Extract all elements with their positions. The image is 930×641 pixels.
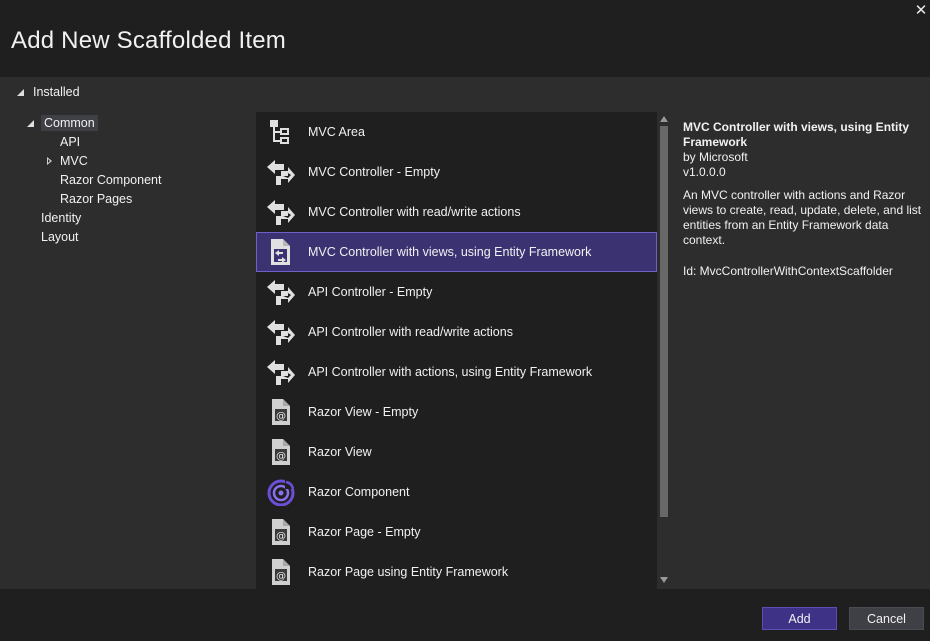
list-item-label: API Controller with actions, using Entit… [308, 365, 593, 379]
scaffolder-list[interactable]: MVC Area MVC Controller - Empty MVC Cont… [256, 112, 657, 589]
list-item-label: API Controller with read/write actions [308, 325, 513, 339]
tree-node-api[interactable]: API [57, 133, 83, 151]
list-item[interactable]: @ Razor Page using Entity Framework [256, 552, 657, 589]
collapse-triangle-icon[interactable] [27, 119, 35, 127]
expand-triangle-icon[interactable] [46, 156, 54, 166]
details-title: MVC Controller with views, using Entity … [683, 120, 910, 149]
list-item[interactable]: @ Razor Page - Empty [256, 512, 657, 552]
tree-node-label: Layout [41, 230, 79, 244]
tree-node-label: Common [41, 115, 98, 131]
svg-text:@: @ [276, 411, 286, 422]
list-item[interactable]: MVC Area [256, 112, 657, 152]
installed-label: Installed [33, 85, 80, 99]
controller-icon [267, 280, 295, 305]
controller-views-icon [271, 239, 290, 265]
details-version: v1.0.0.0 [683, 165, 726, 179]
details-description: An MVC controller with actions and Razor… [683, 188, 922, 247]
controller-icon [267, 200, 295, 225]
cancel-button[interactable]: Cancel [849, 607, 924, 630]
razor-file-icon: @ [272, 519, 290, 545]
list-item-label: Razor View - Empty [308, 405, 419, 419]
tree-node-identity[interactable]: Identity [38, 209, 84, 227]
tree-node-common[interactable]: Common [27, 114, 98, 132]
razor-file-icon: @ [272, 399, 290, 425]
list-item-label: API Controller - Empty [308, 285, 433, 299]
installed-header[interactable]: Installed [17, 84, 80, 100]
dialog-title: Add New Scaffolded Item [11, 27, 286, 54]
list-item[interactable]: MVC Controller - Empty [256, 152, 657, 192]
svg-text:@: @ [276, 531, 286, 542]
razor-file-icon: @ [272, 559, 290, 585]
tree-node-razor-pages[interactable]: Razor Pages [57, 190, 135, 208]
list-scrollbar[interactable] [657, 112, 672, 589]
tree-node-label: MVC [60, 154, 88, 168]
list-item-label: Razor Page - Empty [308, 525, 421, 539]
scroll-up-arrow-icon[interactable] [660, 116, 668, 122]
add-scaffolded-item-dialog: Add New Scaffolded Item ✕ Installed Comm… [0, 0, 930, 641]
tree-node-layout[interactable]: Layout [38, 228, 82, 246]
close-icon[interactable]: ✕ [912, 2, 930, 20]
list-item-label: Razor Page using Entity Framework [308, 565, 509, 579]
add-button[interactable]: Add [762, 607, 837, 630]
list-item-label: MVC Controller with read/write actions [308, 205, 521, 219]
list-item-label: MVC Controller - Empty [308, 165, 440, 179]
tree-node-label: API [60, 135, 81, 149]
svg-text:@: @ [276, 571, 286, 582]
scroll-down-arrow-icon[interactable] [660, 577, 668, 583]
controller-icon [267, 320, 295, 345]
area-folder-icon [270, 120, 289, 144]
list-item-selected[interactable]: MVC Controller with views, using Entity … [256, 232, 657, 272]
list-item[interactable]: MVC Controller with read/write actions [256, 192, 657, 232]
scrollbar-thumb[interactable] [660, 126, 668, 517]
razor-file-icon: @ [272, 439, 290, 465]
list-item[interactable]: API Controller with actions, using Entit… [256, 352, 657, 392]
list-item[interactable]: API Controller - Empty [256, 272, 657, 312]
list-item-label: MVC Controller with views, using Entity … [308, 245, 592, 259]
details-panel: MVC Controller with views, using Entity … [683, 120, 923, 279]
list-item-label: Razor Component [308, 485, 410, 499]
tree-node-label: Razor Pages [60, 192, 133, 206]
tree-node-label: Razor Component [60, 173, 162, 187]
controller-icon [267, 160, 295, 185]
controller-icon [267, 360, 295, 385]
svg-text:@: @ [276, 451, 286, 462]
list-item[interactable]: API Controller with read/write actions [256, 312, 657, 352]
details-id: Id: MvcControllerWithContextScaffolder [683, 264, 893, 278]
collapse-triangle-icon[interactable] [17, 88, 25, 96]
tree-node-label: Identity [41, 211, 82, 225]
blazor-icon [267, 479, 295, 506]
tree-node-razor-component[interactable]: Razor Component [57, 171, 164, 189]
list-item-label: MVC Area [308, 125, 365, 139]
tree-node-mvc[interactable]: MVC [46, 152, 91, 170]
list-item-label: Razor View [308, 445, 372, 459]
list-item[interactable]: @ Razor View [256, 432, 657, 472]
list-item[interactable]: @ Razor View - Empty [256, 392, 657, 432]
details-author: by Microsoft [683, 150, 748, 164]
list-item[interactable]: Razor Component [256, 472, 657, 512]
